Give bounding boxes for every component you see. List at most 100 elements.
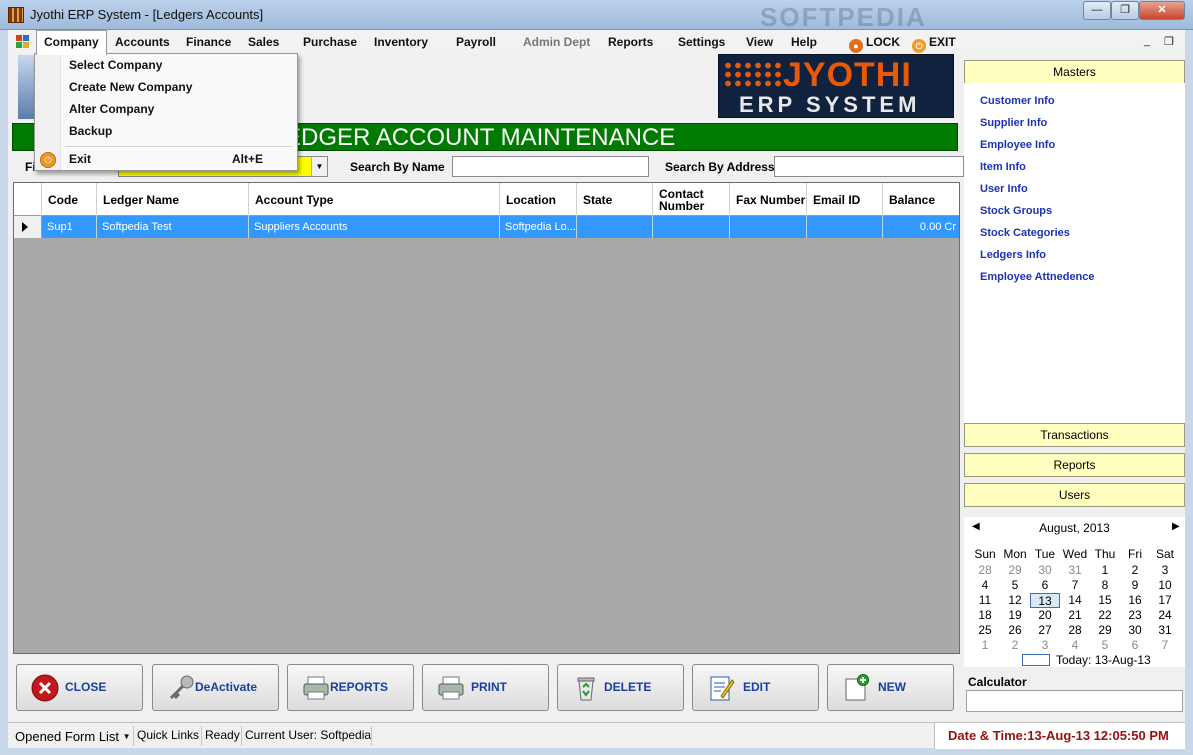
close-button[interactable]: CLOSE: [16, 664, 143, 711]
row-selector[interactable]: [14, 216, 42, 238]
quick-links[interactable]: Quick Links: [137, 728, 199, 742]
calendar-day[interactable]: 27: [1030, 623, 1060, 638]
cell-contact-number[interactable]: [653, 216, 730, 238]
cell-location[interactable]: Softpedia Lo...: [500, 216, 577, 238]
users-header[interactable]: Users: [964, 483, 1185, 507]
calendar-day[interactable]: 17: [1150, 593, 1180, 608]
reports-button[interactable]: REPORTS: [287, 664, 414, 711]
link-employee-info[interactable]: Employee Info: [980, 139, 1055, 151]
masters-header[interactable]: Masters: [964, 60, 1185, 84]
chevron-down-icon[interactable]: ▼: [311, 157, 327, 176]
link-employee-attendance[interactable]: Employee Attnedence: [980, 271, 1095, 283]
menu-sales[interactable]: Sales: [241, 30, 286, 54]
col-email-id[interactable]: Email ID: [807, 183, 883, 216]
mdi-minimize-button[interactable]: _: [1144, 35, 1150, 47]
cell-state[interactable]: [577, 216, 653, 238]
calendar-day[interactable]: 7: [1060, 578, 1090, 593]
calendar-day[interactable]: 15: [1090, 593, 1120, 608]
calculator-input[interactable]: [966, 690, 1183, 712]
calendar-day[interactable]: 19: [1000, 608, 1030, 623]
menu-exit[interactable]: Exit Alt+E: [69, 149, 291, 169]
cell-account-type[interactable]: Suppliers Accounts: [249, 216, 500, 238]
calendar-day[interactable]: 29: [1000, 563, 1030, 578]
calendar-day[interactable]: 24: [1150, 608, 1180, 623]
menu-purchase[interactable]: Purchase: [296, 30, 364, 54]
opened-form-list[interactable]: Opened Form List ▼: [15, 729, 131, 744]
calendar-day[interactable]: 31: [1150, 623, 1180, 638]
col-location[interactable]: Location: [500, 183, 577, 216]
cell-code[interactable]: Sup1: [42, 216, 97, 238]
col-fax-number[interactable]: Fax Number: [730, 183, 807, 216]
calendar-day[interactable]: 29: [1090, 623, 1120, 638]
reports-header[interactable]: Reports: [964, 453, 1185, 477]
calendar-day[interactable]: 11: [970, 593, 1000, 608]
link-customer-info[interactable]: Customer Info: [980, 95, 1055, 107]
cell-fax-number[interactable]: [730, 216, 807, 238]
link-supplier-info[interactable]: Supplier Info: [980, 117, 1047, 129]
calendar-day[interactable]: 1: [970, 638, 1000, 653]
menu-payroll[interactable]: Payroll: [449, 30, 503, 54]
minimize-button[interactable]: —: [1083, 1, 1111, 20]
lock-button[interactable]: ● LOCK: [842, 30, 907, 54]
next-month-icon[interactable]: ▶: [1172, 521, 1180, 532]
calendar-day[interactable]: 3: [1150, 563, 1180, 578]
menu-select-company[interactable]: Select Company: [69, 55, 291, 75]
cell-email-id[interactable]: [807, 216, 883, 238]
menu-reports[interactable]: Reports: [601, 30, 660, 54]
maximize-button[interactable]: ❐: [1111, 1, 1139, 20]
calendar-day[interactable]: 5: [1000, 578, 1030, 593]
calendar-day[interactable]: 23: [1120, 608, 1150, 623]
menu-alter-company[interactable]: Alter Company: [69, 99, 291, 119]
ledger-grid[interactable]: Code Ledger Name Account Type Location S…: [13, 182, 960, 654]
search-by-address-input[interactable]: [774, 156, 964, 177]
mdi-restore-button[interactable]: ❐: [1164, 35, 1174, 48]
link-item-info[interactable]: Item Info: [980, 161, 1026, 173]
calendar-day[interactable]: 4: [1060, 638, 1090, 653]
calendar-day[interactable]: 2: [1000, 638, 1030, 653]
calendar-today[interactable]: Today: 13-Aug-13: [1022, 653, 1151, 667]
deactivate-button[interactable]: DeActivate: [152, 664, 279, 711]
link-ledgers-info[interactable]: Ledgers Info: [980, 249, 1046, 261]
calendar-day[interactable]: 26: [1000, 623, 1030, 638]
calendar-day[interactable]: 7: [1150, 638, 1180, 653]
col-account-type[interactable]: Account Type: [249, 183, 500, 216]
menu-accounts[interactable]: Accounts: [108, 30, 177, 54]
col-contact-number[interactable]: Contact Number: [653, 183, 730, 216]
cell-balance[interactable]: 0.00 Cr: [883, 216, 959, 238]
transactions-header[interactable]: Transactions: [964, 423, 1185, 447]
calendar-day[interactable]: 5: [1090, 638, 1120, 653]
calendar-day[interactable]: 18: [970, 608, 1000, 623]
menu-finance[interactable]: Finance: [179, 30, 238, 54]
menu-create-new-company[interactable]: Create New Company: [69, 77, 291, 97]
calendar-day[interactable]: 20: [1030, 608, 1060, 623]
calendar-day[interactable]: 3: [1030, 638, 1060, 653]
calendar-day[interactable]: 10: [1150, 578, 1180, 593]
col-ledger-name[interactable]: Ledger Name: [97, 183, 249, 216]
app-icon[interactable]: [8, 7, 24, 23]
cell-ledger-name[interactable]: Softpedia Test: [97, 216, 249, 238]
link-stock-categories[interactable]: Stock Categories: [980, 227, 1070, 239]
calendar-day[interactable]: 13: [1030, 593, 1060, 608]
calendar-day[interactable]: 2: [1120, 563, 1150, 578]
calendar-day[interactable]: 30: [1030, 563, 1060, 578]
calendar-day[interactable]: 8: [1090, 578, 1120, 593]
link-user-info[interactable]: User Info: [980, 183, 1028, 195]
col-code[interactable]: Code: [42, 183, 97, 216]
close-window-button[interactable]: ✕: [1139, 1, 1185, 20]
menu-settings[interactable]: Settings: [671, 30, 732, 54]
calendar-day[interactable]: 9: [1120, 578, 1150, 593]
menu-help[interactable]: Help: [784, 30, 824, 54]
menu-inventory[interactable]: Inventory: [367, 30, 435, 54]
calendar-day[interactable]: 6: [1120, 638, 1150, 653]
month-calendar[interactable]: ◀ August, 2013 ▶ Sun Mon Tue Wed Thu Fri…: [964, 517, 1185, 667]
exit-button[interactable]: ⏻ EXIT: [905, 30, 963, 54]
search-by-name-input[interactable]: [452, 156, 649, 177]
calendar-day[interactable]: 31: [1060, 563, 1090, 578]
calendar-day[interactable]: 16: [1120, 593, 1150, 608]
menu-view[interactable]: View: [739, 30, 780, 54]
new-button[interactable]: NEW: [827, 664, 954, 711]
menu-backup[interactable]: Backup: [69, 121, 291, 141]
print-button[interactable]: PRINT: [422, 664, 549, 711]
calendar-day[interactable]: 1: [1090, 563, 1120, 578]
calendar-day[interactable]: 30: [1120, 623, 1150, 638]
